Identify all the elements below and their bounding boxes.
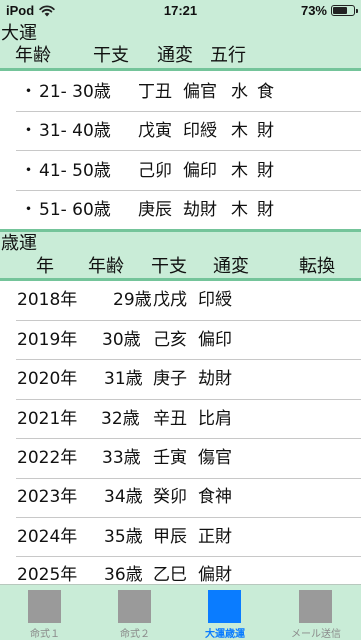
row-category: 財 bbox=[257, 200, 274, 220]
tab-mail-send[interactable]: メール送信 bbox=[271, 585, 361, 641]
row-category: 財 bbox=[257, 121, 274, 141]
tab-taiun-saiun[interactable]: 大運歳運 bbox=[180, 585, 270, 641]
row-year: 2024年 bbox=[17, 527, 78, 547]
row-element: 木 bbox=[231, 200, 248, 220]
row-age-range: 21- 30歳 bbox=[39, 82, 111, 102]
battery-fill bbox=[333, 7, 347, 14]
battery-icon bbox=[331, 5, 358, 16]
row-kanshi: 辛丑 bbox=[153, 409, 187, 429]
row-year: 2018年 bbox=[17, 290, 78, 310]
row-tsuhen: 正財 bbox=[198, 527, 232, 547]
status-right: 73% bbox=[300, 3, 358, 18]
row-bullet: ・ bbox=[20, 161, 37, 181]
row-tsuhen: 劫財 bbox=[198, 369, 232, 389]
row-age-range: 41- 50歳 bbox=[39, 161, 111, 181]
row-divider bbox=[16, 150, 361, 151]
row-divider bbox=[16, 359, 361, 360]
row-element: 木 bbox=[231, 161, 248, 181]
row-year: 2021年 bbox=[17, 409, 78, 429]
row-year: 2019年 bbox=[17, 330, 78, 350]
tab-label: 命式１ bbox=[30, 629, 60, 640]
saiun-col-kanshi: 干支 bbox=[151, 256, 187, 277]
row-age: 34歳 bbox=[104, 487, 143, 507]
row-divider bbox=[16, 517, 361, 518]
meishiki-1-icon bbox=[28, 590, 61, 623]
row-category: 財 bbox=[257, 161, 274, 181]
row-tsuhen: 比肩 bbox=[198, 409, 232, 429]
row-bullet: ・ bbox=[20, 121, 37, 141]
row-tsuhen: 劫財 bbox=[183, 200, 217, 220]
saiun-col-year: 年 bbox=[36, 256, 54, 277]
saiun-title: 歳運 bbox=[1, 233, 37, 254]
row-divider bbox=[16, 438, 361, 439]
row-bullet: ・ bbox=[20, 82, 37, 102]
row-age-range: 31- 40歳 bbox=[39, 121, 111, 141]
mail-send-icon bbox=[299, 590, 332, 623]
row-kanshi: 戊戌 bbox=[153, 290, 187, 310]
row-divider bbox=[16, 556, 361, 557]
taiun-title: 大運 bbox=[1, 23, 37, 44]
row-age: 35歳 bbox=[104, 527, 143, 547]
row-kanshi: 甲辰 bbox=[153, 527, 187, 547]
meishiki-2-icon bbox=[118, 590, 151, 623]
row-kanshi: 庚辰 bbox=[138, 200, 172, 220]
tab-label: 大運歳運 bbox=[205, 629, 245, 640]
saiun-col-age: 年齢 bbox=[88, 256, 124, 277]
status-bar: iPod 17:21 73% bbox=[0, 0, 361, 22]
row-divider bbox=[16, 320, 361, 321]
row-kanshi: 己卯 bbox=[138, 161, 172, 181]
row-age: 33歳 bbox=[102, 448, 141, 468]
row-year: 2022年 bbox=[17, 448, 78, 468]
row-kanshi: 戊寅 bbox=[138, 121, 172, 141]
tab-meishiki-2[interactable]: 命式２ bbox=[90, 585, 180, 641]
tab-meishiki-1[interactable]: 命式１ bbox=[0, 585, 90, 641]
row-age: 30歳 bbox=[102, 330, 141, 350]
taiun-col-gogyo: 五行 bbox=[210, 45, 246, 66]
row-tsuhen: 食神 bbox=[198, 487, 232, 507]
row-year: 2023年 bbox=[17, 487, 78, 507]
row-divider bbox=[16, 478, 361, 479]
saiun-col-tsuhen: 通変 bbox=[213, 256, 249, 277]
row-age: 31歳 bbox=[104, 369, 143, 389]
row-kanshi: 乙巳 bbox=[153, 565, 187, 585]
taiun-col-age: 年齢 bbox=[15, 45, 51, 66]
row-tsuhen: 傷官 bbox=[198, 448, 232, 468]
row-kanshi: 壬寅 bbox=[153, 448, 187, 468]
row-kanshi: 庚子 bbox=[153, 369, 187, 389]
saiun-header-rule bbox=[0, 278, 361, 281]
row-divider bbox=[16, 190, 361, 191]
row-tsuhen: 偏財 bbox=[198, 565, 232, 585]
row-tsuhen: 偏印 bbox=[198, 330, 232, 350]
row-element: 水 bbox=[231, 82, 248, 102]
row-bullet: ・ bbox=[20, 200, 37, 220]
taiun-header-rule bbox=[0, 68, 361, 71]
taiun-header: 大運 年齢 干支 通変 五行 bbox=[0, 22, 361, 68]
row-tsuhen: 偏印 bbox=[183, 161, 217, 181]
row-age: 29歳 bbox=[113, 290, 152, 310]
taiun-col-tsuhen: 通変 bbox=[157, 45, 193, 66]
row-age: 32歳 bbox=[101, 409, 140, 429]
tab-label: 命式２ bbox=[120, 629, 150, 640]
row-age-range: 51- 60歳 bbox=[39, 200, 111, 220]
row-tsuhen: 印綬 bbox=[198, 290, 232, 310]
row-age: 36歳 bbox=[104, 565, 143, 585]
row-year: 2025年 bbox=[17, 565, 78, 585]
row-tsuhen: 印綬 bbox=[183, 121, 217, 141]
row-kanshi: 丁丑 bbox=[138, 82, 172, 102]
tab-label: メール送信 bbox=[291, 629, 341, 640]
row-divider bbox=[16, 399, 361, 400]
row-category: 食 bbox=[257, 82, 274, 102]
row-divider bbox=[16, 111, 361, 112]
saiun-header: 歳運 年 年齢 干支 通変 転換 bbox=[0, 232, 361, 278]
row-kanshi: 癸卯 bbox=[153, 487, 187, 507]
battery-percent: 73% bbox=[300, 3, 327, 18]
taiun-saiun-icon bbox=[208, 590, 241, 623]
saiun-col-tenkan: 転換 bbox=[299, 256, 335, 277]
row-kanshi: 己亥 bbox=[153, 330, 187, 350]
row-tsuhen: 偏官 bbox=[183, 82, 217, 102]
taiun-col-kanshi: 干支 bbox=[93, 45, 129, 66]
row-year: 2020年 bbox=[17, 369, 78, 389]
row-element: 木 bbox=[231, 121, 248, 141]
tab-bar: 命式１ 命式２ 大運歳運 メール送信 bbox=[0, 584, 361, 640]
